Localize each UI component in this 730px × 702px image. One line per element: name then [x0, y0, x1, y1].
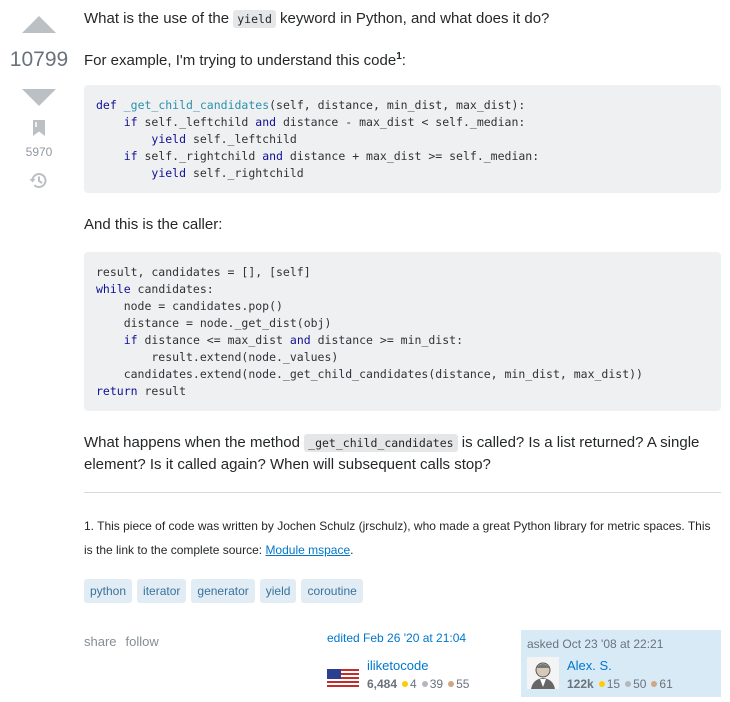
- history-icon[interactable]: [28, 170, 49, 191]
- tag-coroutine[interactable]: coroutine: [301, 579, 363, 603]
- edited-timestamp-link[interactable]: edited Feb 26 '20 at 21:04: [327, 630, 507, 647]
- editor-details: iliketocode 6,484 4 39 55: [367, 657, 469, 693]
- footnote: 1. This piece of code was written by Joc…: [84, 519, 711, 557]
- editor-reputation: 6,484 4 39 55: [367, 677, 470, 691]
- post-menu: share follow: [84, 634, 159, 649]
- editor-signature: edited Feb 26 '20 at 21:04 iliketocode 6…: [327, 630, 507, 691]
- upvote-arrow-icon[interactable]: [22, 16, 56, 33]
- gold-badge-icon: [402, 681, 409, 688]
- follow-link[interactable]: follow: [126, 634, 159, 649]
- tag-yield[interactable]: yield: [259, 579, 297, 603]
- bookmark-icon[interactable]: [32, 119, 46, 137]
- downvote-arrow-icon[interactable]: [22, 89, 56, 106]
- editor-name-link[interactable]: iliketocode: [367, 657, 469, 675]
- owner-name-link[interactable]: Alex. S.: [567, 657, 673, 675]
- flag-avatar[interactable]: [327, 663, 359, 695]
- tag-generator[interactable]: generator: [191, 579, 255, 603]
- inline-code-method: _get_child_candidates: [304, 434, 458, 452]
- asked-timestamp: asked Oct 23 '08 at 22:21: [527, 637, 664, 651]
- bookmark-count: 5970: [25, 145, 53, 159]
- silver-badge-icon: [625, 681, 632, 688]
- inline-code-yield: yield: [233, 10, 276, 28]
- share-link[interactable]: share: [84, 634, 117, 649]
- question-paragraph-4: What happens when the method _get_child_…: [84, 434, 700, 473]
- vote-count: 10799: [9, 48, 69, 71]
- owner-signature: asked Oct 23 '08 at 22:21 Alex. S. 122k 1…: [521, 630, 721, 697]
- user-avatar[interactable]: [527, 657, 559, 689]
- tag-list: python iterator generator yield coroutin…: [84, 579, 363, 603]
- code-block-caller[interactable]: result, candidates = [], [self] while ca…: [84, 252, 721, 411]
- tag-iterator[interactable]: iterator: [137, 579, 187, 603]
- owner-reputation: 122k 15 50 61: [567, 677, 673, 691]
- divider: [84, 492, 721, 493]
- code-block-function[interactable]: def _get_child_candidates(self, distance…: [84, 85, 721, 193]
- question-paragraph-2: For example, I'm trying to understand th…: [84, 51, 406, 69]
- owner-details: Alex. S. 122k 15 50 61: [567, 657, 673, 693]
- bronze-badge-icon: [448, 681, 455, 688]
- gold-badge-icon: [598, 681, 605, 688]
- question-paragraph-1: What is the use of the yield keyword in …: [84, 10, 550, 28]
- module-mspace-link[interactable]: Module mspace: [265, 543, 350, 557]
- bronze-badge-icon: [651, 681, 658, 688]
- tag-python[interactable]: python: [84, 579, 133, 603]
- question-paragraph-3: And this is the caller:: [84, 216, 223, 233]
- silver-badge-icon: [421, 681, 428, 688]
